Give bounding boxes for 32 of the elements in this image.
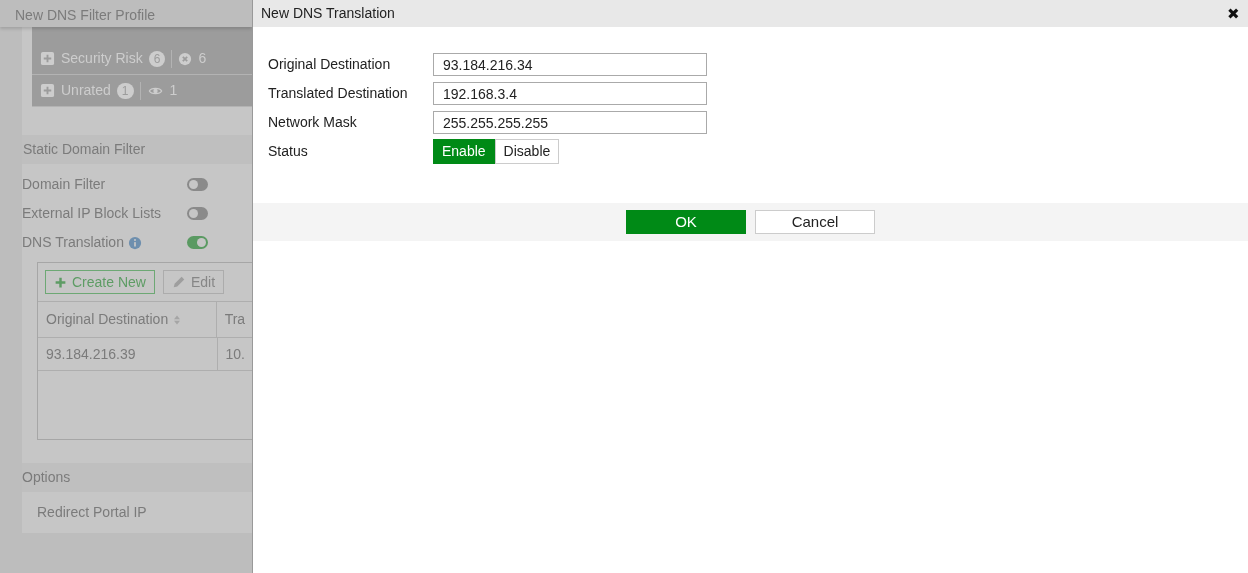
field-label: Network Mask: [268, 113, 358, 132]
table-cell-text: 93.184.216.39: [46, 344, 136, 364]
page-title: New DNS Filter Profile: [0, 0, 252, 27]
toggle-switch[interactable]: [187, 236, 208, 249]
ok-button[interactable]: OK: [626, 210, 746, 234]
toggle-label: DNS Translation: [22, 233, 124, 252]
input-field[interactable]: 192.168.3.4: [433, 82, 707, 105]
dialog-title: New DNS Translation: [261, 4, 395, 23]
field-label: Status: [268, 142, 309, 161]
section-heading: Static Domain Filter: [22, 141, 146, 157]
toggle-label: External IP Block Lists: [22, 204, 162, 223]
pencil-icon: [171, 275, 186, 289]
toggle-switch[interactable]: [187, 178, 208, 191]
expand-icon: [40, 51, 55, 66]
cancel-button[interactable]: Cancel: [755, 210, 875, 234]
column-header: Original Destination: [46, 310, 169, 329]
status-option[interactable]: Enable: [433, 139, 495, 164]
toggle-switch[interactable]: [187, 207, 208, 220]
field-label: Original Destination: [268, 55, 392, 74]
status-option[interactable]: Disable: [494, 139, 560, 164]
column-header: Tra: [224, 310, 246, 329]
plus-icon: [54, 275, 67, 289]
field-label: Translated Destination: [268, 84, 409, 103]
input-field[interactable]: 93.184.216.34: [433, 53, 707, 76]
table-cell-text: 10.: [225, 344, 245, 364]
close-button[interactable]: ✖: [1227, 6, 1240, 21]
close-circle-icon: [178, 51, 193, 66]
section-heading: Options: [22, 469, 71, 485]
input-field[interactable]: 255.255.255.255: [433, 111, 707, 134]
option-label: Redirect Portal IP: [37, 504, 147, 520]
toggle-label: Domain Filter: [22, 175, 106, 194]
expand-icon: [40, 83, 55, 98]
